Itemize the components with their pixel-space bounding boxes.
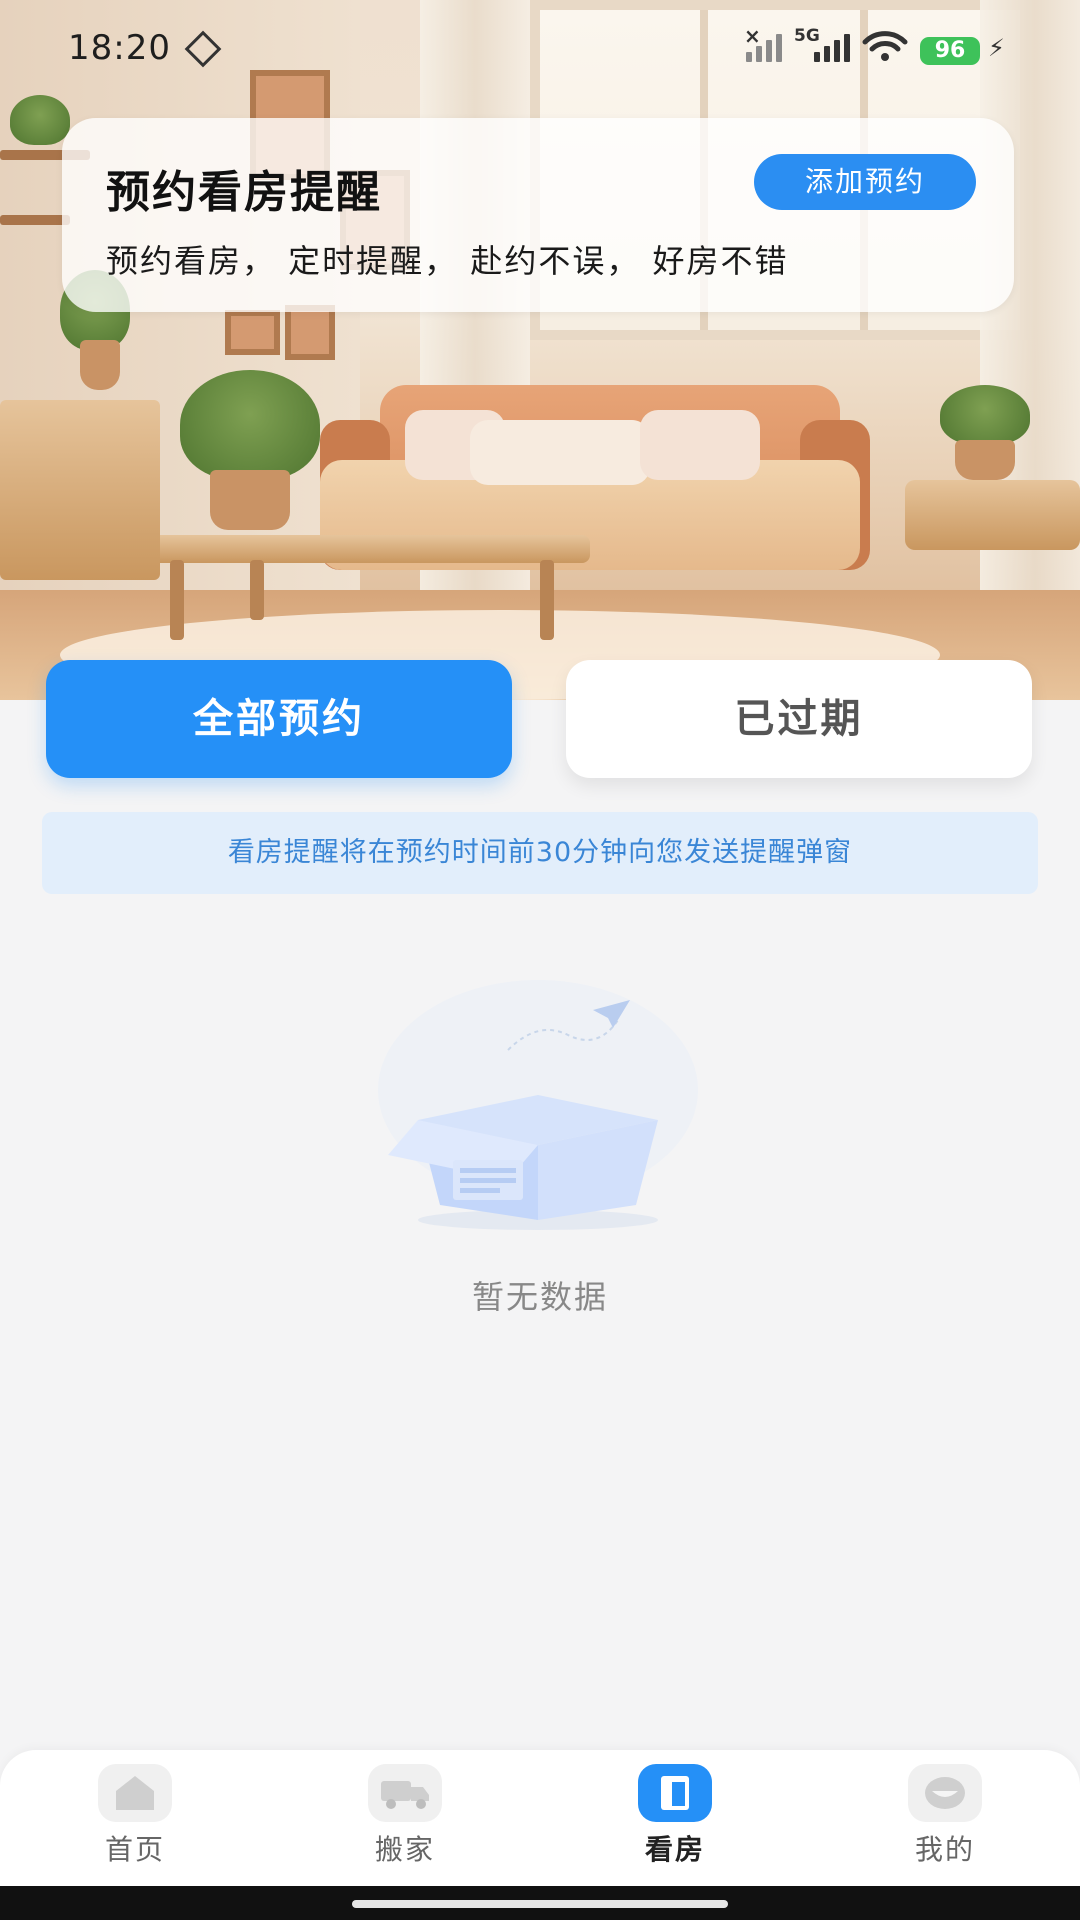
- card-subtitle: 预约看房， 定时提醒， 赴约不误， 好房不错: [106, 242, 789, 280]
- nav-item-moving[interactable]: 搬家: [325, 1764, 485, 1884]
- nav-item-home[interactable]: 首页: [55, 1764, 215, 1884]
- tab-expired[interactable]: 已过期: [566, 660, 1032, 778]
- card-title: 预约看房提醒: [106, 167, 382, 218]
- profile-icon: [908, 1764, 982, 1822]
- nfc-icon: [184, 30, 222, 68]
- door-icon: [638, 1764, 712, 1822]
- truck-icon: [368, 1764, 442, 1822]
- bottom-nav: 首页 搬家 看房 我的: [0, 1750, 1080, 1886]
- nav-label: 搬家: [374, 1833, 435, 1866]
- nav-label: 首页: [104, 1833, 165, 1866]
- empty-state-text: 暂无数据: [471, 1278, 608, 1316]
- home-indicator: [0, 1886, 1080, 1920]
- no-signal-icon: [746, 30, 782, 62]
- nav-item-viewing[interactable]: 看房: [595, 1764, 755, 1884]
- tab-all-appointments[interactable]: 全部预约: [46, 660, 512, 778]
- status-bar: 18:20 × 5G 96 ⚡: [0, 0, 1080, 100]
- hero-image: [0, 0, 1080, 700]
- nav-item-mine[interactable]: 我的: [865, 1764, 1025, 1884]
- battery-icon: 96: [920, 37, 980, 65]
- add-appointment-button[interactable]: 添加预约: [754, 154, 976, 210]
- status-time: 18:20: [68, 28, 171, 68]
- reminder-card: 预约看房提醒 预约看房， 定时提醒， 赴约不误， 好房不错 添加预约: [62, 118, 1014, 312]
- nav-label: 我的: [914, 1833, 975, 1866]
- empty-box-icon: [378, 980, 698, 1230]
- wifi-icon: [862, 31, 908, 61]
- charging-icon: ⚡: [988, 34, 1005, 62]
- reminder-notice: 看房提醒将在预约时间前30分钟向您发送提醒弹窗: [42, 812, 1038, 894]
- signal-icon: [814, 30, 850, 62]
- home-icon: [98, 1764, 172, 1822]
- nav-label: 看房: [644, 1833, 705, 1866]
